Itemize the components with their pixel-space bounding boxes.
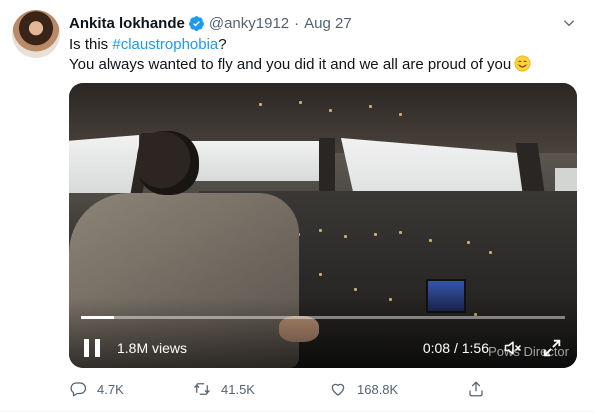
time-separator: / bbox=[450, 340, 462, 356]
tweet-text-line-2: You always wanted to fly and you did it … bbox=[69, 55, 569, 75]
author-handle[interactable]: @anky1912 bbox=[209, 15, 289, 32]
smiling-face-emoji bbox=[514, 55, 531, 72]
tweet-text-line-1: Is this #claustrophobia? bbox=[69, 35, 569, 55]
more-options-button[interactable] bbox=[558, 12, 580, 34]
cockpit-window bbox=[181, 141, 321, 181]
retweet-button[interactable]: 41.5K bbox=[193, 380, 255, 398]
author-name[interactable]: Ankita lokhande bbox=[69, 15, 185, 32]
tweet-text: Is this #claustrophobia? You always want… bbox=[69, 35, 569, 75]
person-head bbox=[137, 131, 199, 195]
text-suffix: ? bbox=[218, 36, 227, 53]
retweet-icon bbox=[194, 383, 210, 395]
current-time: 0:08 bbox=[422, 340, 451, 356]
like-count: 168.8K bbox=[357, 381, 399, 397]
reply-icon bbox=[70, 382, 87, 397]
header-separator: · bbox=[294, 14, 300, 32]
verified-badge-icon bbox=[188, 15, 204, 31]
reply-count: 4.7K bbox=[97, 381, 124, 397]
cockpit-window bbox=[69, 135, 139, 193]
share-icon bbox=[469, 381, 483, 397]
chevron-down-icon bbox=[563, 20, 575, 27]
tweet-header: Ankita lokhande @anky1912 · Aug 27 bbox=[69, 13, 352, 33]
view-count: 1.8M views bbox=[117, 340, 188, 356]
like-button[interactable]: 168.8K bbox=[329, 380, 398, 398]
tweet[interactable]: Ankita lokhande @anky1912 · Aug 27 Is th… bbox=[0, 0, 594, 412]
pause-icon bbox=[84, 339, 89, 357]
text-prefix: Is this bbox=[69, 36, 113, 53]
hashtag-link[interactable]: #claustrophobia bbox=[112, 36, 218, 53]
avatar[interactable] bbox=[12, 10, 60, 58]
tweet-actions: 4.7K 41.5K 168.8K bbox=[69, 380, 489, 400]
text-line-2: You always wanted to fly and you did it … bbox=[69, 56, 512, 73]
video-progress-fill bbox=[81, 316, 115, 319]
pause-icon bbox=[95, 339, 100, 357]
retweet-count: 41.5K bbox=[221, 381, 255, 397]
video-player[interactable]: 1.8M views 0:08 / 1:56 Pows Director bbox=[69, 83, 577, 368]
fullscreen-icon[interactable] bbox=[541, 337, 563, 359]
video-duration: 1:56 bbox=[461, 340, 489, 356]
video-progress-bar[interactable] bbox=[81, 316, 565, 319]
tweet-date[interactable]: Aug 27 bbox=[304, 15, 352, 32]
heart-icon bbox=[331, 383, 345, 396]
reply-button[interactable]: 4.7K bbox=[69, 380, 124, 398]
pause-button[interactable] bbox=[84, 339, 100, 357]
video-time: 0:08 / 1:56 bbox=[423, 340, 489, 356]
share-button[interactable] bbox=[467, 380, 495, 398]
